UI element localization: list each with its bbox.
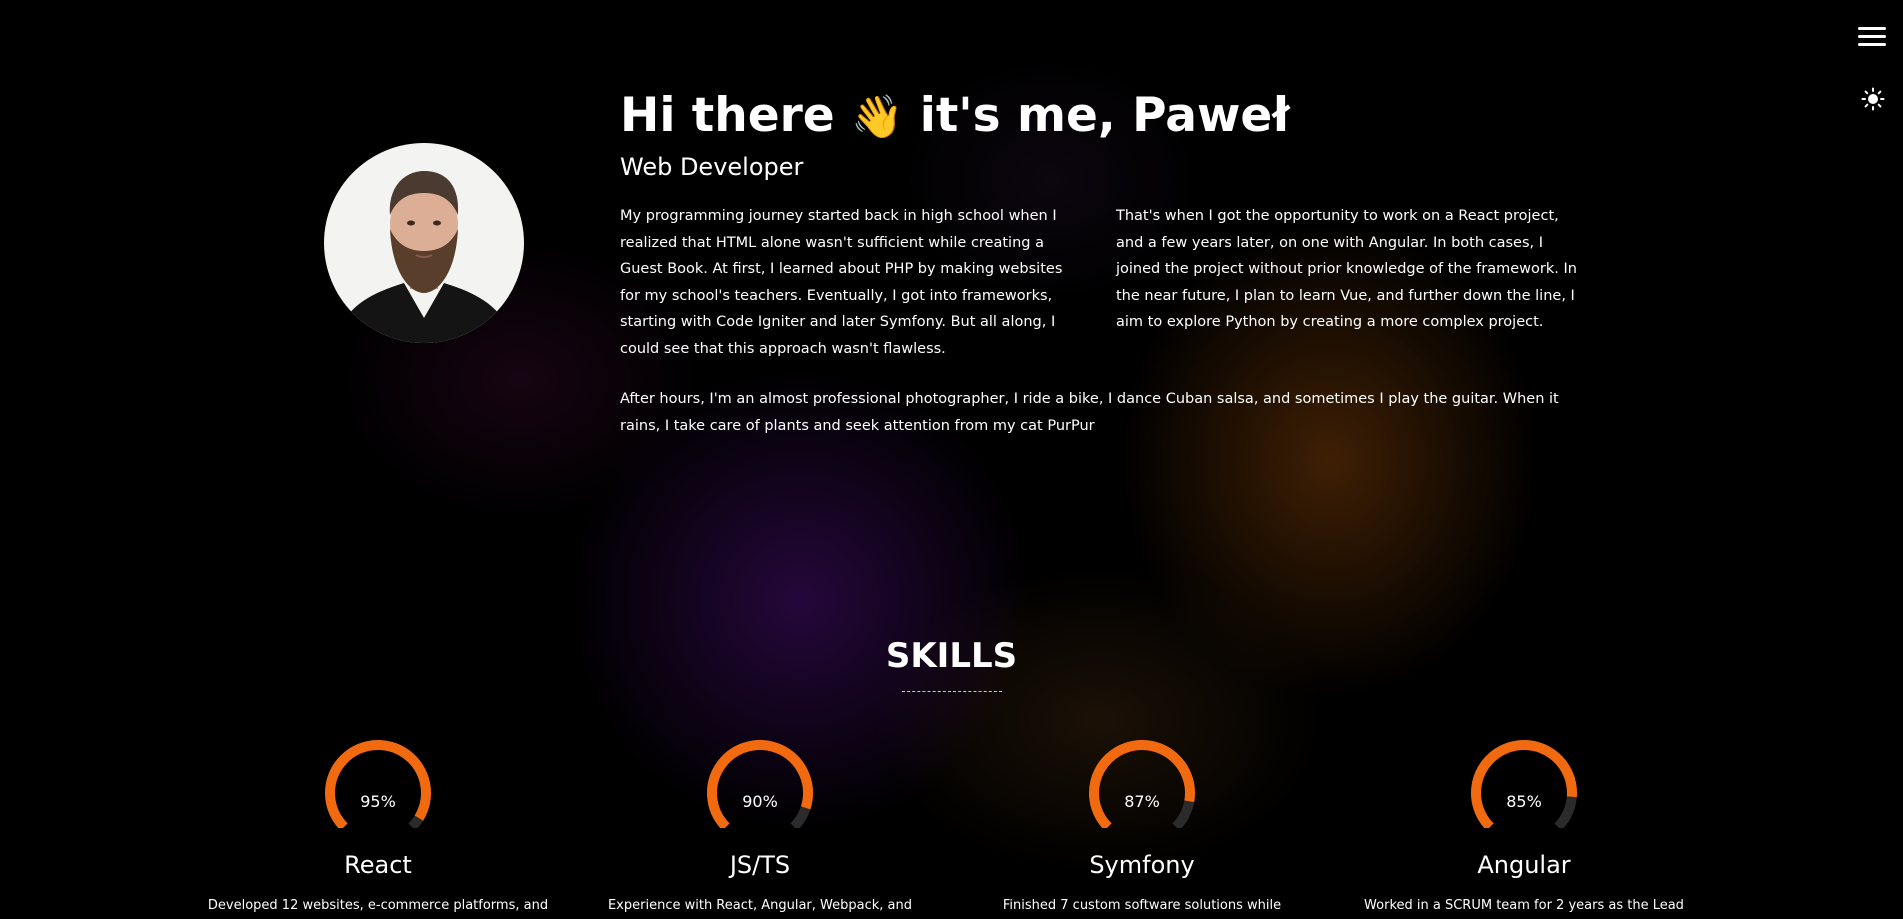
hero-title: Hi there 👋 it's me, Paweł: [620, 82, 1580, 151]
skill-description: Worked in a SCRUM team for 2 years as th…: [1364, 898, 1684, 913]
skill-card-react: 95% React Developed 12 websites, e-comme…: [188, 738, 568, 913]
avatar: [324, 143, 524, 343]
skill-gauge-fill: [707, 740, 813, 828]
skill-card-angular: 85% Angular Worked in a SCRUM team for 2…: [1334, 738, 1714, 913]
skill-card-symfony: 87% Symfony Finished 7 custom software s…: [952, 738, 1332, 913]
bio-paragraph-right: That's when I got the opportunity to wor…: [1116, 208, 1577, 330]
skill-gauge-fill: [325, 740, 431, 828]
skill-gauge: 90%: [695, 738, 825, 828]
skill-gauge: 87%: [1077, 738, 1207, 828]
skills-title-underline: [902, 691, 1002, 692]
skill-description: Finished 7 custom software solutions whi…: [1002, 898, 1282, 913]
hero-title-name: it's me, Paweł: [919, 88, 1290, 143]
skill-name: Angular: [1477, 851, 1571, 879]
skill-name: JS/TS: [729, 851, 791, 879]
skill-name: Symfony: [1089, 851, 1195, 879]
skill-percent-label: 87%: [1124, 792, 1160, 811]
hero-section: Hi there 👋 it's me, Paweł Web Developer …: [620, 82, 1580, 439]
skill-percent-label: 85%: [1506, 792, 1542, 811]
waving-hand-icon: 👋: [851, 92, 904, 141]
hero-subtitle: Web Developer: [620, 153, 804, 181]
bio-paragraph-hobbies: After hours, I'm an almost professional …: [620, 391, 1559, 434]
skill-percent-label: 90%: [742, 792, 778, 811]
skill-description: Experience with React, Angular, Webpack,…: [607, 898, 913, 913]
skill-gauge-fill: [1471, 740, 1577, 828]
skill-percent-label: 95%: [360, 792, 396, 811]
skill-name: React: [344, 851, 412, 879]
hero-title-greeting: Hi there: [620, 88, 835, 143]
skill-description: Developed 12 websites, e-commerce platfo…: [207, 898, 549, 913]
sun-icon[interactable]: [1861, 87, 1885, 111]
hamburger-menu-icon[interactable]: [1858, 26, 1886, 48]
bio-columns: My programming journey started back in h…: [620, 203, 1580, 362]
skill-gauge: 85%: [1459, 738, 1589, 828]
bio-paragraph-left: My programming journey started back in h…: [620, 208, 1063, 357]
skill-gauge: 95%: [313, 738, 443, 828]
skills-title: SKILLS: [885, 636, 1018, 676]
skill-card-js-ts: 90% JS/TS Experience with React, Angular…: [570, 738, 950, 913]
skill-gauge-fill: [1089, 740, 1195, 828]
